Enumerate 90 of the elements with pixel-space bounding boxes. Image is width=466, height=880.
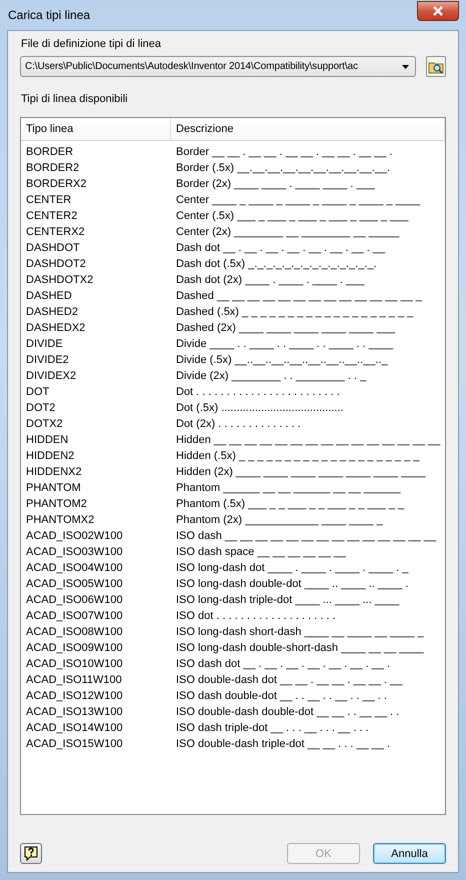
table-cell-text: Dot (2x) . . . . . . . . . . . . . . [175,418,302,430]
close-icon [432,6,444,16]
table-cell-text: BORDER [25,146,74,158]
table-cell-text: ISO double-dash double-dot __ __ . . __ __ . . [175,706,400,718]
table-cell-text: Phantom ______ __ __ ______ __ __ ______ [175,482,402,494]
table-cell-text: ISO dot . . . . . . . . . . . . . . . . . . . . [175,610,337,622]
file-dropdown[interactable]: C:\Users\Public\Documents\Autodesk\Inventor 2014\Compatibility\support\ac [20,56,416,77]
help-button[interactable] [20,843,42,864]
table-cell-text: Dot . . . . . . . . . . . . . . . . . . . . . . . . [175,386,341,398]
folder-magnifier-icon [428,60,444,74]
table-cell-text: ISO long-dash short-dash ____ __ ____ __ ____ _ [175,626,425,638]
browse-button[interactable] [426,56,446,77]
table-cell-text: ISO double-dash dot __ __ . __ __ . __ __ . __ [175,674,404,686]
table-cell-text: DIVIDEX2 [25,370,78,382]
table-cell-text: DASHED2 [25,306,79,318]
table-cell-text: Dashed __ __ __ __ __ __ __ __ __ __ __ __ __ _ [175,290,423,302]
table-cell-text: Divide (2x) ________ . . ________ . . _ [175,370,368,382]
table-cell-text: Dashed (2x) ____ ____ ____ ____ ____ ___ [175,322,396,334]
table-cell-text: ISO dash double-dot __ . . __ . . __ . . __ . . [175,690,388,702]
help-icon [24,846,38,861]
table-cell-text: HIDDEN2 [25,450,76,462]
table-cell-text: Border (.5x) __.__.__.__.__.__.__.__.__.__. [175,162,392,174]
table-cell-text: ACAD_ISO11W100 [25,674,123,686]
dropdown-arrow-icon [402,64,409,68]
table-cell-text: DOTX2 [25,418,64,430]
table-cell-text: Center (2x) ________ __ ________ __ _____ [175,226,400,238]
table-cell-text: ACAD_ISO08W100 [25,626,124,638]
table-cell-text: PHANTOMX2 [25,514,96,526]
table-cell-text: BORDERX2 [25,178,88,190]
table-cell-text: Dot (.5x) ........................................ [175,402,344,414]
table-cell-text: ISO dash dot __ . __ . __ . __ . __ . __ . __ . [175,658,392,670]
table-cell-text: Dashed (.5x) _ _ _ _ _ _ _ _ _ _ _ _ _ _ _ _ _ _ _ [175,306,414,318]
table-cell-text: ISO dash space __ __ __ __ __ __ [175,546,348,558]
table-cell-text: DASHED [25,290,73,302]
table-cell-text: Border (2x) ____ ____ . ____ ____ . ___ [175,178,376,190]
table-cell-text: Phantom (2x) ____________ ____ ____ _ [175,514,384,526]
table-cell-text: CENTER [25,194,72,206]
table-cell-text: BORDER2 [25,162,80,174]
table-cell-text: DASHDOTX2 [25,274,94,286]
table-cell-text: ACAD_ISO06W100 [25,594,124,606]
column-header[interactable]: Descrizione [171,118,445,140]
table-cell-text: Hidden (2x) ____ ____ ____ ____ ____ ____ ____ [175,466,427,478]
table-cell-text: DASHEDX2 [25,322,86,334]
table-cell-text: ACAD_ISO12W100 [25,690,124,702]
table-cell-text: ACAD_ISO07W100 [25,610,124,622]
table-cell-text: ACAD_ISO15W100 [25,738,124,750]
table-cell-text: Divide (.5x) __..__..__..__..__..__..__..__.._ [175,354,389,366]
table-cell-text: ISO long-dash double-dot ____ .. ____ .. ____ . [175,578,410,590]
table-cell-text: Hidden __ __ __ __ __ __ __ __ __ __ __ __ __ __ __ [175,434,442,446]
table-cell-text: ACAD_ISO04W100 [25,562,124,574]
table-cell-text: CENTER2 [25,210,78,222]
window-title: Carica tipi linea [7,8,90,22]
table-cell-text: HIDDEN [25,434,70,446]
table-cell-text: ACAD_ISO02W100 [25,530,124,542]
table-cell-text: Divide ____ . . ____ . . ____ . . ____ . . ____ [175,338,394,350]
table-cell-text: ACAD_ISO05W100 [25,578,124,590]
table-cell-text: DIVIDE2 [25,354,70,366]
column-header[interactable]: Tipo linea [21,118,171,140]
table-cell-text: ISO long-dash double-short-dash ____ __ __ ____ [175,642,425,654]
section-label: Tipi di linea disponibili [21,93,129,105]
table-cell-text: HIDDENX2 [25,466,83,478]
table-cell-text: Hidden (.5x) _ _ _ _ _ _ _ _ _ _ _ _ _ _ _ _ _ _ _ _ [175,450,420,462]
table-cell-text: DOT [25,386,50,398]
table-cell-text: ACAD_ISO10W100 [25,658,124,670]
table-cell-text: ISO dash triple-dot __ . . . __ . . . __ . . . [175,722,370,734]
table-cell-text: ACAD_ISO09W100 [25,642,124,654]
table-cell-text: Dash dot (.5x) _._._._._._._._._._._._._._. [175,258,378,270]
table-cell-text: ISO double-dash triple-dot __ __ . . . __ __ . [175,738,392,750]
close-button[interactable] [417,1,459,21]
table-cell-text: DIVIDE [25,338,64,350]
table-cell-text: Center ____ _ ____ _ ____ _ ____ _ ____ _ ____ [175,194,422,206]
table-cell-text: PHANTOM2 [25,498,88,510]
table-cell-text: DASHDOT2 [25,258,87,270]
table-cell-text: Center (.5x) ___ _ ___ _ ___ _ ___ _ ___ _ ___ [175,210,410,222]
table-cell-text: ACAD_ISO14W100 [25,722,124,734]
table-cell-text: Dash dot __ . __ . __ . __ . __ . __ . __ . __ [175,242,386,254]
table-cell-text: ISO long-dash triple-dot ____ ... ____ ... ____ [175,594,400,606]
table-cell-text: ISO long-dash dot ____ . ____ . ____ . ____ . _ [175,562,410,574]
cancel-button[interactable]: Annulla [373,843,446,864]
table-cell-text: Phantom (.5x) ___ _ _ ___ _ _ ___ _ _ ___ _ _ [175,498,406,510]
table-cell-text: DASHDOT [25,242,81,254]
table-cell-text: ACAD_ISO03W100 [25,546,124,558]
table-cell-text: Dash dot (2x) ____ . ____ . ____ . ___ [175,274,366,286]
table-cell-text: CENTERX2 [25,226,86,238]
table-cell-text: PHANTOM [25,482,82,494]
table-cell-text: ISO dash __ __ __ __ __ __ __ __ __ __ __ __ __ __ [175,530,438,542]
section-label: File di definizione tipi di linea [21,38,162,50]
table-cell-text: DOT2 [25,402,56,414]
table-cell-text: ACAD_ISO13W100 [25,706,124,718]
table-cell-text: Border __ __ . __ __ . __ __ . __ __ . __ __ . [175,146,394,158]
